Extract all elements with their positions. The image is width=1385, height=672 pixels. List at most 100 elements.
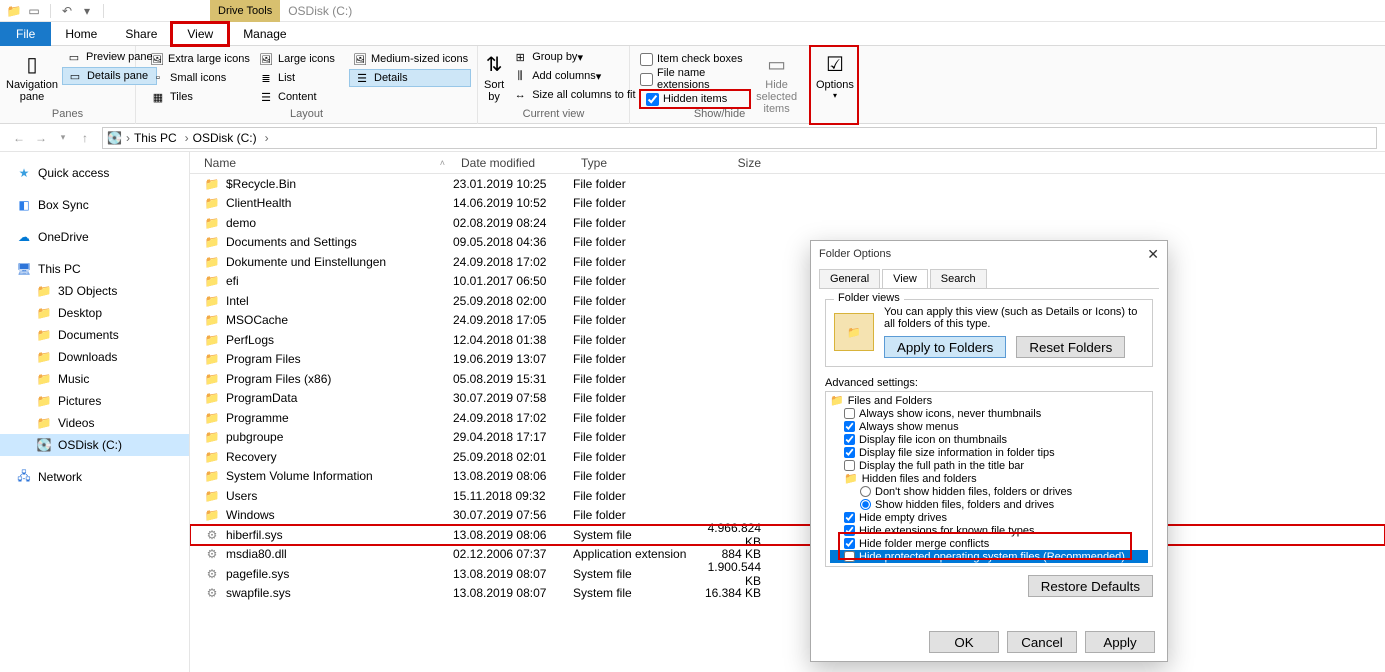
col-size[interactable]: Size bbox=[693, 156, 773, 170]
tab-file[interactable]: File bbox=[0, 22, 51, 46]
file-row[interactable]: ⚙msdia80.dll02.12.2006 07:37Application … bbox=[190, 545, 1385, 565]
file-row[interactable]: 📁Windows30.07.2019 07:56File folder bbox=[190, 506, 1385, 526]
tree-item[interactable]: Hide folder merge conflicts bbox=[830, 537, 1148, 550]
chevron-icon[interactable]: › bbox=[265, 131, 269, 145]
nav-downloads[interactable]: 📁Downloads bbox=[0, 346, 189, 368]
nav-pictures[interactable]: 📁Pictures bbox=[0, 390, 189, 412]
tab-share[interactable]: Share bbox=[111, 22, 171, 46]
ok-button[interactable]: OK bbox=[929, 631, 999, 653]
file-name-extensions[interactable]: File name extensions bbox=[640, 70, 750, 88]
tab-general[interactable]: General bbox=[819, 269, 880, 288]
checkbox[interactable] bbox=[844, 460, 855, 471]
file-row[interactable]: 📁Dokumente und Einstellungen24.09.2018 1… bbox=[190, 252, 1385, 272]
tree-item[interactable]: Hide extensions for known file types bbox=[830, 524, 1148, 537]
file-row[interactable]: 📁efi10.01.2017 06:50File folder bbox=[190, 272, 1385, 292]
file-row[interactable]: 📁MSOCache24.09.2018 17:05File folder bbox=[190, 311, 1385, 331]
tree-item[interactable]: Don't show hidden files, folders or driv… bbox=[830, 485, 1148, 498]
tree-item[interactable]: Show hidden files, folders and drives bbox=[830, 498, 1148, 511]
sort-by-button[interactable]: ⇅ Sort by bbox=[484, 48, 504, 106]
nav-3d-objects[interactable]: 📁3D Objects bbox=[0, 280, 189, 302]
file-row[interactable]: 📁pubgroupe29.04.2018 17:17File folder bbox=[190, 428, 1385, 448]
back-button[interactable]: ← bbox=[8, 127, 30, 149]
cancel-button[interactable]: Cancel bbox=[1007, 631, 1077, 653]
tab-search[interactable]: Search bbox=[930, 269, 987, 288]
nav-videos[interactable]: 📁Videos bbox=[0, 412, 189, 434]
nav-documents[interactable]: 📁Documents bbox=[0, 324, 189, 346]
checkbox[interactable] bbox=[844, 512, 855, 523]
content[interactable]: ☰Content bbox=[254, 88, 345, 106]
file-row[interactable]: 📁Recovery25.09.2018 02:01File folder bbox=[190, 447, 1385, 467]
hide-selected-items[interactable]: ▭ Hide selected items bbox=[750, 48, 803, 106]
apply-button[interactable]: Apply bbox=[1085, 631, 1155, 653]
file-row[interactable]: 📁ClientHealth14.06.2019 10:52File folder bbox=[190, 194, 1385, 214]
file-row[interactable]: 📁Intel25.09.2018 02:00File folder bbox=[190, 291, 1385, 311]
checkbox[interactable] bbox=[844, 447, 855, 458]
checkbox[interactable] bbox=[844, 525, 855, 536]
history-dropdown[interactable]: ▾ bbox=[52, 127, 74, 149]
col-name[interactable]: Name˄ bbox=[190, 156, 453, 170]
navigation-pane-button[interactable]: ▯ Navigation pane bbox=[6, 48, 58, 106]
item-check-boxes[interactable]: Item check boxes bbox=[640, 50, 750, 68]
tab-view[interactable]: View bbox=[882, 269, 928, 288]
close-button[interactable]: ✕ bbox=[1147, 246, 1159, 263]
file-row[interactable]: 📁$Recycle.Bin23.01.2019 10:25File folder bbox=[190, 174, 1385, 194]
qat-dropdown-icon[interactable]: ▾ bbox=[81, 5, 93, 17]
tab-manage[interactable]: Manage bbox=[229, 22, 300, 46]
address-path[interactable]: 💽 › This PC › OSDisk (C:) › bbox=[102, 127, 1377, 149]
medium-icons[interactable]: 🖼Medium-sized icons bbox=[349, 50, 471, 68]
options-button[interactable]: ☑ Options ▾ bbox=[816, 48, 854, 106]
tab-home[interactable]: Home bbox=[51, 22, 111, 46]
radio[interactable] bbox=[860, 499, 871, 510]
reset-folders-button[interactable]: Reset Folders bbox=[1016, 336, 1125, 358]
checkbox[interactable] bbox=[844, 551, 855, 562]
checkbox[interactable] bbox=[844, 421, 855, 432]
properties-icon[interactable]: ▭ bbox=[28, 5, 40, 17]
file-row[interactable]: ⚙hiberfil.sys13.08.2019 08:06System file… bbox=[190, 525, 1385, 545]
apply-to-folders-button[interactable]: Apply to Folders bbox=[884, 336, 1006, 358]
tree-item[interactable]: Display file icon on thumbnails bbox=[830, 433, 1148, 446]
tree-item[interactable]: Display file size information in folder … bbox=[830, 446, 1148, 459]
up-button[interactable]: ↑ bbox=[74, 127, 96, 149]
forward-button[interactable]: → bbox=[30, 127, 52, 149]
nav-music[interactable]: 📁Music bbox=[0, 368, 189, 390]
details-view[interactable]: ☰Details bbox=[349, 69, 471, 87]
undo-icon[interactable]: ↶ bbox=[61, 5, 73, 17]
file-row[interactable]: 📁System Volume Information13.08.2019 08:… bbox=[190, 467, 1385, 487]
tree-item[interactable]: 📁Hidden files and folders bbox=[830, 472, 1148, 485]
checkbox[interactable] bbox=[844, 408, 855, 419]
file-row[interactable]: 📁Program Files (x86)05.08.2019 15:31File… bbox=[190, 369, 1385, 389]
tree-item[interactable]: Display the full path in the title bar bbox=[830, 459, 1148, 472]
file-row[interactable]: 📁Users15.11.2018 09:32File folder bbox=[190, 486, 1385, 506]
nav-this-pc[interactable]: 🖥This PC bbox=[0, 258, 189, 280]
nav-osdisk[interactable]: 💽OSDisk (C:) bbox=[0, 434, 189, 456]
tree-item[interactable]: Always show icons, never thumbnails bbox=[830, 407, 1148, 420]
nav-desktop[interactable]: 📁Desktop bbox=[0, 302, 189, 324]
file-row[interactable]: ⚙swapfile.sys13.08.2019 08:07System file… bbox=[190, 584, 1385, 604]
crumb-pc[interactable]: This PC bbox=[134, 131, 177, 145]
tree-item[interactable]: Hide protected operating system files (R… bbox=[830, 550, 1148, 563]
extra-large-icons[interactable]: 🖼Extra large icons bbox=[146, 50, 250, 68]
nav-onedrive[interactable]: ☁OneDrive bbox=[0, 226, 189, 248]
chevron-icon[interactable]: › bbox=[126, 131, 130, 145]
contextual-tab[interactable]: Drive Tools bbox=[210, 0, 280, 22]
file-row[interactable]: 📁PerfLogs12.04.2018 01:38File folder bbox=[190, 330, 1385, 350]
dialog-titlebar[interactable]: Folder Options ✕ bbox=[811, 241, 1167, 267]
file-row[interactable]: 📁Programme24.09.2018 17:02File folder bbox=[190, 408, 1385, 428]
checkbox[interactable] bbox=[844, 538, 855, 549]
restore-defaults-button[interactable]: Restore Defaults bbox=[1028, 575, 1153, 597]
advanced-settings-tree[interactable]: 📁Files and Folders Always show icons, ne… bbox=[825, 391, 1153, 567]
chevron-icon[interactable]: › bbox=[185, 131, 189, 145]
crumb-drive[interactable]: OSDisk (C:) bbox=[193, 131, 257, 145]
file-row[interactable]: 📁Documents and Settings09.05.2018 04:36F… bbox=[190, 233, 1385, 253]
radio[interactable] bbox=[860, 486, 871, 497]
nav-network[interactable]: 🖧Network bbox=[0, 466, 189, 488]
list[interactable]: ≣List bbox=[254, 69, 345, 87]
file-row[interactable]: 📁ProgramData30.07.2019 07:58File folder bbox=[190, 389, 1385, 409]
nav-box-sync[interactable]: ◧Box Sync bbox=[0, 194, 189, 216]
tiles[interactable]: ▦Tiles bbox=[146, 88, 234, 106]
tab-view[interactable]: View bbox=[171, 22, 229, 46]
file-list[interactable]: Name˄ Date modified Type Size 📁$Recycle.… bbox=[190, 152, 1385, 672]
tree-item[interactable]: Hide empty drives bbox=[830, 511, 1148, 524]
nav-quick-access[interactable]: ★Quick access bbox=[0, 162, 189, 184]
size-columns[interactable]: ↔Size all columns to fit bbox=[508, 86, 639, 104]
